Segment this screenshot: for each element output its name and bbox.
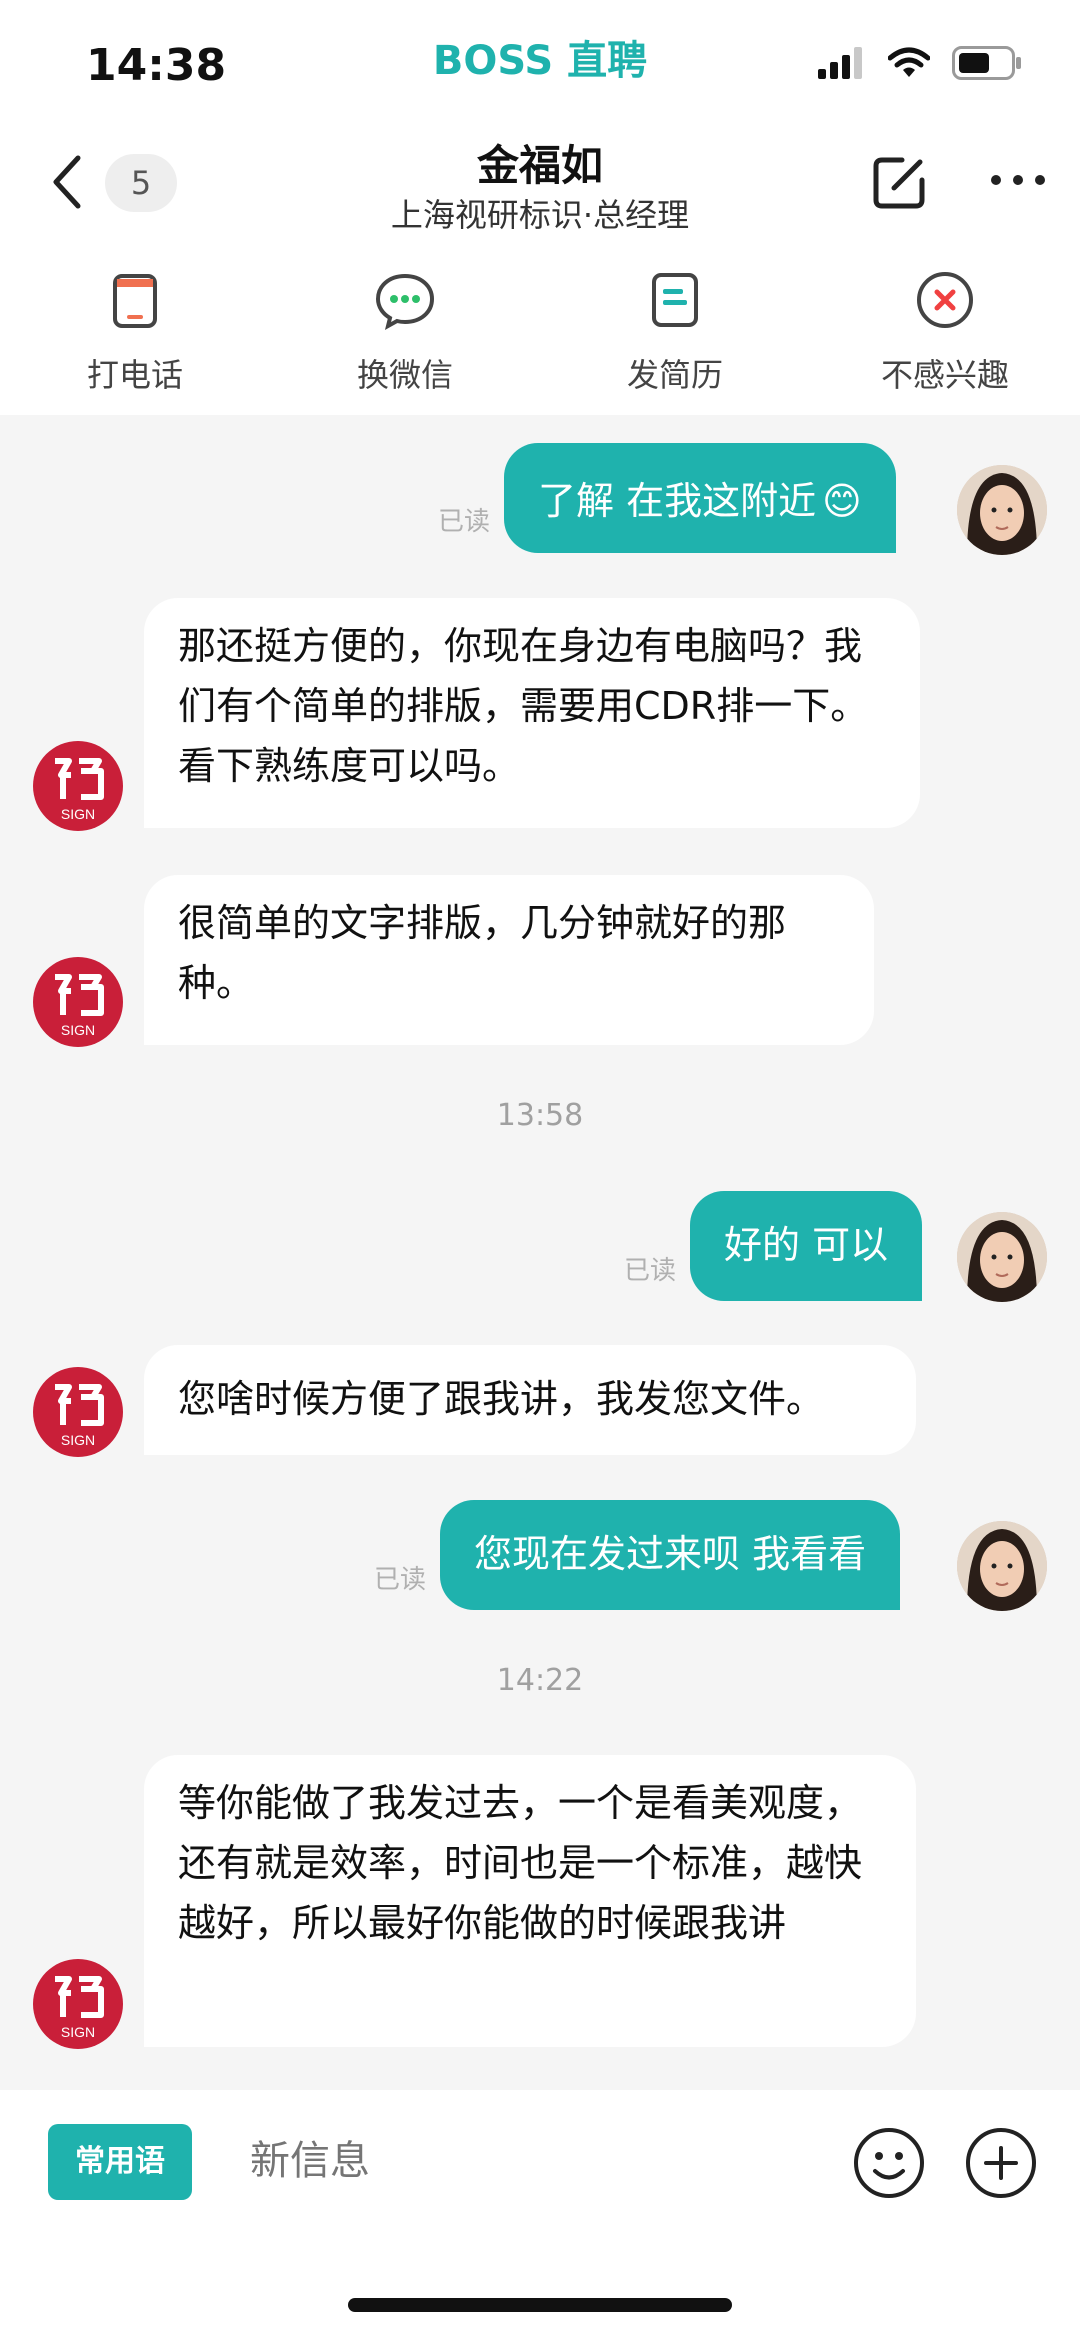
message-text: 很简单的文字排版，几分钟就好的那种。 — [178, 901, 787, 1005]
message-text: 了解 在我这附近 — [538, 479, 817, 523]
message-bubble-theirs[interactable]: 很简单的文字排版，几分钟就好的那种。 — [144, 875, 874, 1045]
user-avatar-photo — [957, 465, 1047, 555]
action-row: 打电话 换微信 发简历 不感兴趣 — [0, 245, 1080, 415]
company-avatar[interactable]: SIGN — [33, 741, 123, 831]
company-logo-icon: SIGN — [55, 758, 104, 822]
message-text: 您现在发过来呗 我看看 — [474, 1532, 867, 1576]
user-avatar-photo — [957, 1521, 1047, 1611]
my-avatar[interactable] — [957, 1212, 1047, 1302]
emoji-icon[interactable] — [852, 2126, 926, 2200]
resume-icon — [652, 273, 698, 327]
company-logo-icon: SIGN — [55, 1384, 104, 1448]
home-indicator[interactable] — [348, 2298, 732, 2312]
timestamp: 13:58 — [496, 1098, 584, 1133]
message-bubble-mine[interactable]: 好的 可以 — [690, 1191, 923, 1301]
my-avatar[interactable] — [957, 465, 1047, 555]
message-bubble-mine[interactable]: 您现在发过来呗 我看看 — [440, 1500, 901, 1610]
status-bar: 14:38 BOSS 直聘 — [0, 0, 1080, 110]
message-bubble-mine[interactable]: 了解 在我这附近 😊 — [504, 443, 896, 553]
my-avatar[interactable] — [957, 1521, 1047, 1611]
message-text: 好的 可以 — [724, 1223, 889, 1267]
not-interested-label: 不感兴趣 — [880, 356, 1009, 394]
chat-messages: 已读 了解 在我这附近 😊 那还挺方便的，你现在身边有电脑吗？我们有个简单的排版，… — [0, 415, 1080, 2090]
message-bubble-theirs[interactable]: 那还挺方便的，你现在身边有电脑吗？我们有个简单的排版，需要用CDR排一下。看下熟… — [144, 598, 920, 828]
message-input[interactable] — [250, 2126, 810, 2196]
wechat-label: 换微信 — [356, 356, 453, 394]
phone-icon — [113, 274, 157, 328]
message-input-bar: 常用语 — [0, 2090, 1080, 2337]
company-avatar[interactable]: SIGN — [33, 957, 123, 1047]
read-receipt: 已读 — [624, 1256, 677, 1286]
read-receipt: 已读 — [374, 1565, 427, 1595]
call-label: 打电话 — [86, 356, 183, 394]
wifi-icon — [888, 47, 930, 77]
plus-icon[interactable] — [964, 2126, 1038, 2200]
company-avatar[interactable]: SIGN — [33, 1959, 123, 2049]
company-logo-text: SIGN — [61, 806, 95, 822]
message-bubble-theirs[interactable]: 您啥时候方便了跟我讲，我发您文件。 — [144, 1345, 916, 1455]
company-logo-text: SIGN — [61, 1432, 95, 1448]
smile-emoji: 😊 — [822, 479, 862, 523]
message-bubble-theirs[interactable]: 等你能做了我发过去，一个是看美观度，还有就是效率，时间也是一个标准，越快越好，所… — [144, 1755, 916, 2047]
not-interested-icon — [917, 272, 973, 328]
read-receipt: 已读 — [438, 507, 491, 537]
send-resume-action[interactable]: 发简历 — [540, 245, 810, 415]
message-text: 等你能做了我发过去，一个是看美观度，还有就是效率，时间也是一个标准，越快越好，所… — [178, 1781, 863, 1945]
company-avatar[interactable]: SIGN — [33, 1367, 123, 1457]
timestamp: 14:22 — [496, 1663, 584, 1698]
cellular-signal-icon — [818, 47, 862, 79]
user-avatar-photo — [957, 1212, 1047, 1302]
company-logo-icon: SIGN — [55, 974, 104, 1038]
wechat-action[interactable]: 换微信 — [270, 245, 540, 415]
chat-header: 5 金福如 上海视研标识·总经理 — [0, 110, 1080, 245]
more-icon[interactable] — [990, 170, 1046, 190]
wechat-icon — [375, 273, 435, 330]
send-resume-label: 发简历 — [626, 356, 723, 394]
not-interested-action[interactable]: 不感兴趣 — [810, 245, 1080, 415]
edit-icon[interactable] — [872, 154, 928, 210]
message-text: 那还挺方便的，你现在身边有电脑吗？我们有个简单的排版，需要用CDR排一下。看下熟… — [178, 624, 869, 788]
company-logo-icon: SIGN — [55, 1976, 104, 2040]
company-logo-text: SIGN — [61, 2024, 95, 2040]
call-action[interactable]: 打电话 — [0, 245, 270, 415]
company-logo-text: SIGN — [61, 1022, 95, 1038]
quick-phrases-button[interactable]: 常用语 — [48, 2124, 192, 2200]
message-text: 您啥时候方便了跟我讲，我发您文件。 — [178, 1377, 825, 1421]
status-icons — [818, 46, 1022, 80]
battery-icon — [952, 46, 1021, 80]
